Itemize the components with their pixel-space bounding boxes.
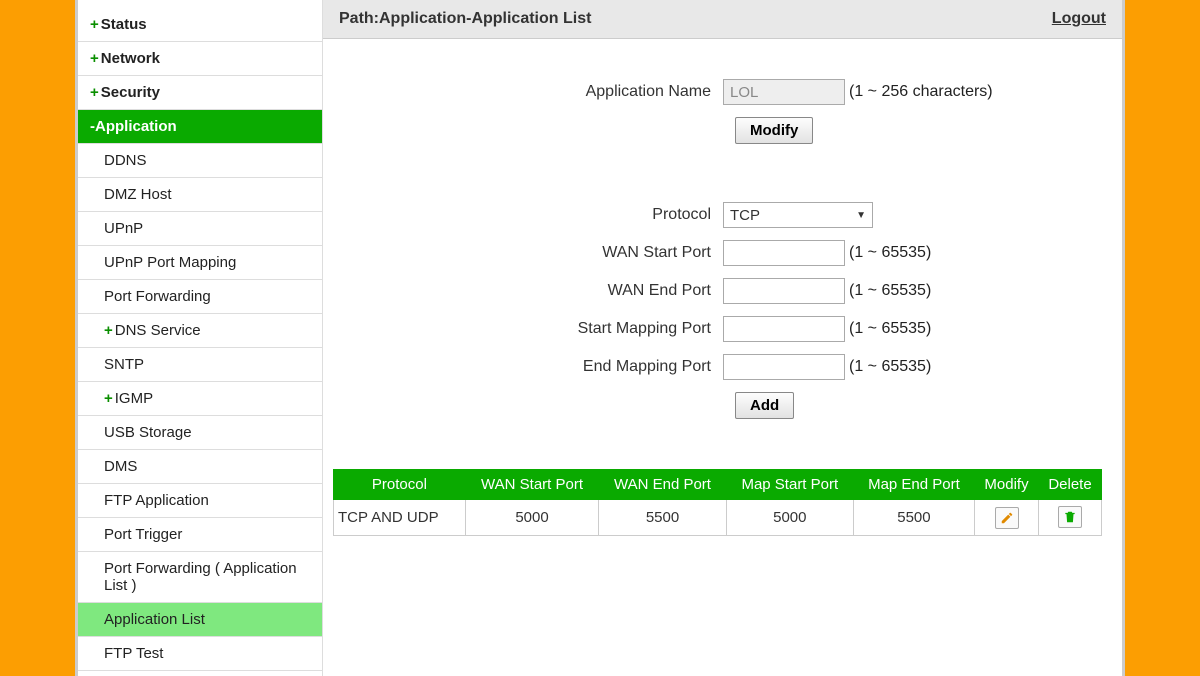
- nav-label: UPnP: [104, 220, 143, 237]
- expand-icon: +: [104, 322, 113, 339]
- nav-label: SNTP: [104, 356, 144, 373]
- nav-label: Application: [95, 118, 177, 135]
- cell-protocol: TCP AND UDP: [334, 500, 466, 536]
- nav-security[interactable]: +Security: [78, 76, 322, 110]
- nav-dns-service[interactable]: +DNS Service: [78, 314, 322, 348]
- table-row: TCP AND UDP 5000 5500 5000 5500: [334, 500, 1102, 536]
- nav-label: DNS Service: [115, 322, 201, 339]
- pencil-icon: [1000, 511, 1014, 525]
- nav-ftp-application[interactable]: FTP Application: [78, 484, 322, 518]
- nav-label: DDNS: [104, 152, 147, 169]
- nav-label: DMS: [104, 458, 137, 475]
- expand-icon: +: [90, 50, 99, 67]
- row-wan-end: WAN End Port (1 ~ 65535): [353, 278, 1092, 304]
- nav-label: Port Forwarding: [104, 288, 211, 305]
- breadcrumb: Path:Application-Application List: [339, 10, 591, 28]
- th-delete: Delete: [1038, 470, 1101, 500]
- cell-map-end: 5500: [853, 500, 974, 536]
- row-map-start: Start Mapping Port (1 ~ 65535): [353, 316, 1092, 342]
- cell-modify: [975, 500, 1039, 536]
- label-wan-start: WAN Start Port: [353, 244, 723, 262]
- cell-wan-start: 5000: [465, 500, 598, 536]
- row-add-btn: Add: [735, 392, 1092, 419]
- th-modify: Modify: [975, 470, 1039, 500]
- nav-label: FTP Application: [104, 492, 209, 509]
- hint-wan-start: (1 ~ 65535): [849, 244, 931, 262]
- form-area: Application Name (1 ~ 256 characters) Mo…: [323, 39, 1122, 469]
- cell-wan-end: 5500: [599, 500, 726, 536]
- expand-icon: +: [104, 390, 113, 407]
- label-protocol: Protocol: [353, 206, 723, 224]
- input-wan-end[interactable]: [723, 278, 845, 304]
- input-wan-start[interactable]: [723, 240, 845, 266]
- nav-status[interactable]: +Status: [78, 8, 322, 42]
- logout-link[interactable]: Logout: [1052, 10, 1106, 28]
- cell-map-start: 5000: [726, 500, 853, 536]
- delete-row-button[interactable]: [1058, 506, 1082, 528]
- th-protocol: Protocol: [334, 470, 466, 500]
- port-table: Protocol WAN Start Port WAN End Port Map…: [323, 469, 1122, 536]
- nav-upnp-port-mapping[interactable]: UPnP Port Mapping: [78, 246, 322, 280]
- app-container: +Status +Network +Security -Application …: [75, 0, 1125, 676]
- input-map-end[interactable]: [723, 354, 845, 380]
- input-map-start[interactable]: [723, 316, 845, 342]
- expand-icon: +: [90, 84, 99, 101]
- nav-label: IGMP: [115, 390, 153, 407]
- nav-application-list[interactable]: Application List: [78, 603, 322, 637]
- nav-igmp[interactable]: +IGMP: [78, 382, 322, 416]
- nav-application[interactable]: -Application: [78, 110, 322, 144]
- nav-label: Status: [101, 16, 147, 33]
- row-app-name: Application Name (1 ~ 256 characters): [353, 79, 1092, 105]
- main-panel: Path:Application-Application List Logout…: [323, 0, 1122, 676]
- cell-delete: [1038, 500, 1101, 536]
- label-wan-end: WAN End Port: [353, 282, 723, 300]
- hint-map-end: (1 ~ 65535): [849, 358, 931, 376]
- nav-ddns[interactable]: DDNS: [78, 144, 322, 178]
- input-app-name[interactable]: [723, 79, 845, 105]
- modify-button[interactable]: Modify: [735, 117, 813, 144]
- nav-usb-storage[interactable]: USB Storage: [78, 416, 322, 450]
- nav-port-forwarding-app-list[interactable]: Port Forwarding ( Application List ): [78, 552, 322, 603]
- chevron-down-icon: ▼: [856, 210, 866, 221]
- hint-wan-end: (1 ~ 65535): [849, 282, 931, 300]
- nav-label: FTP Test: [104, 645, 163, 662]
- label-app-name: Application Name: [353, 83, 723, 101]
- th-wan-start: WAN Start Port: [465, 470, 598, 500]
- label-map-end: End Mapping Port: [353, 358, 723, 376]
- nav-network[interactable]: +Network: [78, 42, 322, 76]
- row-modify-btn: Modify: [735, 117, 1092, 144]
- row-map-end: End Mapping Port (1 ~ 65535): [353, 354, 1092, 380]
- nav-label: Port Forwarding ( Application List ): [104, 560, 297, 594]
- expand-icon: +: [90, 16, 99, 33]
- hint-map-start: (1 ~ 65535): [849, 320, 931, 338]
- nav-label: Port Trigger: [104, 526, 182, 543]
- nav-sntp[interactable]: SNTP: [78, 348, 322, 382]
- nav-upnp[interactable]: UPnP: [78, 212, 322, 246]
- add-button[interactable]: Add: [735, 392, 794, 419]
- hint-app-name: (1 ~ 256 characters): [849, 83, 993, 101]
- nav-port-forwarding[interactable]: Port Forwarding: [78, 280, 322, 314]
- trash-icon: [1063, 509, 1077, 525]
- nav-label: USB Storage: [104, 424, 192, 441]
- nav-dmz-host[interactable]: DMZ Host: [78, 178, 322, 212]
- label-map-start: Start Mapping Port: [353, 320, 723, 338]
- row-wan-start: WAN Start Port (1 ~ 65535): [353, 240, 1092, 266]
- select-value: TCP: [730, 207, 760, 224]
- edit-row-button[interactable]: [995, 507, 1019, 529]
- nav-dms[interactable]: DMS: [78, 450, 322, 484]
- nav-label: DMZ Host: [104, 186, 172, 203]
- th-map-start: Map Start Port: [726, 470, 853, 500]
- nav-ftp-test[interactable]: FTP Test: [78, 637, 322, 671]
- row-protocol: Protocol TCP ▼: [353, 202, 1092, 228]
- nav-label: UPnP Port Mapping: [104, 254, 236, 271]
- select-protocol[interactable]: TCP ▼: [723, 202, 873, 228]
- nav-label: Network: [101, 50, 160, 67]
- th-map-end: Map End Port: [853, 470, 974, 500]
- nav-port-trigger[interactable]: Port Trigger: [78, 518, 322, 552]
- path-bar: Path:Application-Application List Logout: [323, 0, 1122, 39]
- nav-label: Security: [101, 84, 160, 101]
- th-wan-end: WAN End Port: [599, 470, 726, 500]
- sidebar: +Status +Network +Security -Application …: [78, 0, 323, 676]
- nav-label: Application List: [104, 611, 205, 628]
